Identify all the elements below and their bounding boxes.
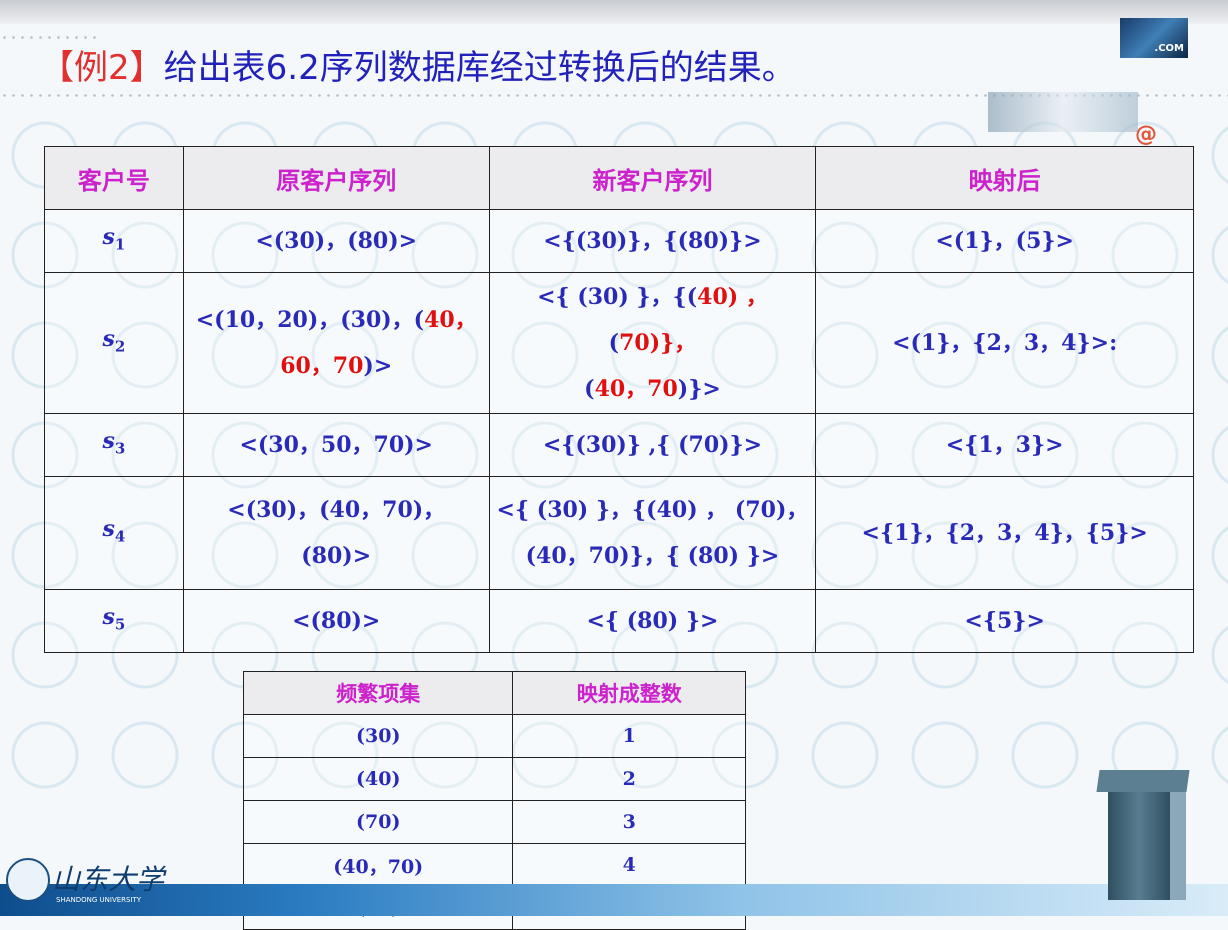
customer-id-cell: s5 xyxy=(44,589,184,653)
original-sequence-cell: <(30，50，70)> xyxy=(182,413,490,477)
customer-id-cell: s2 xyxy=(44,272,184,414)
integer-cell: 3 xyxy=(512,800,746,844)
top-gradient-bar xyxy=(0,0,1228,24)
header-mapped-integer: 映射成整数 xyxy=(512,671,746,715)
mapped-cell: <(1}，{2，3，4}>: xyxy=(815,272,1194,414)
at-icon: @ xyxy=(1135,122,1157,147)
header-new-sequence: 新客户序列 xyxy=(488,146,817,210)
integer-cell: 4 xyxy=(512,843,746,887)
header-original-sequence: 原客户序列 xyxy=(182,146,490,210)
original-sequence-cell: <(30)，(40，70)， (80)> xyxy=(182,476,490,590)
customer-id-cell: s4 xyxy=(44,476,184,590)
university-seal-icon xyxy=(6,858,50,902)
new-sequence-cell: <{(30)} ,{ (70)}> xyxy=(488,413,817,477)
mapped-cell: <{1}，{2，3，4}，{5}> xyxy=(815,476,1194,590)
original-sequence-cell: <(30)，(80)> xyxy=(182,209,490,273)
university-logo: 山东大学 SHANDONG UNIVERSITY xyxy=(6,858,246,910)
table-row: s3 <(30，50，70)> <{(30)} ,{ (70)}> <{1，3}… xyxy=(44,413,1194,477)
tech-decoration-strip xyxy=(988,92,1138,132)
mapped-cell: <{1，3}> xyxy=(815,413,1194,477)
mapped-cell: <(1}，(5}> xyxy=(815,209,1194,273)
itemset-cell: (40) xyxy=(242,757,514,801)
table-row: (40) 2 xyxy=(242,757,746,801)
integer-cell: 2 xyxy=(512,757,746,801)
title-text: 给出表6.2序列数据库经过转换后的结果。 xyxy=(163,48,796,88)
table-row: (70) 3 xyxy=(242,800,746,844)
com-label: .COM xyxy=(1154,43,1184,54)
original-sequence-cell: <(80)> xyxy=(182,589,490,653)
itemset-cell: (30) xyxy=(242,714,514,758)
university-name-en: SHANDONG UNIVERSITY xyxy=(56,896,142,904)
new-sequence-cell: <{(30)}，{(80)}> xyxy=(488,209,817,273)
header-customer-id: 客户号 xyxy=(44,146,184,210)
customer-id-cell: s3 xyxy=(44,413,184,477)
itemset-cell: (70) xyxy=(242,800,514,844)
table-header-row: 频繁项集 映射成整数 xyxy=(242,671,746,715)
header-frequent-itemset: 频繁项集 xyxy=(242,671,514,715)
header-mapped: 映射后 xyxy=(815,146,1194,210)
sequence-conversion-table: 客户号 原客户序列 新客户序列 映射后 s1 <(30)，(80)> <{(30… xyxy=(44,146,1194,653)
original-sequence-cell: <(10，20)，(30)，(40， 60，70)> xyxy=(182,272,490,414)
dotted-divider-top xyxy=(0,36,100,39)
table-row: s2 <(10，20)，(30)，(40， 60，70)> <{ (30) }，… xyxy=(44,272,1194,414)
example-tag: 【例2】 xyxy=(40,48,164,88)
table-row: (40，70) 4 xyxy=(242,843,746,887)
new-sequence-cell: <{ (80) }> xyxy=(488,589,817,653)
table-row: (30) 1 xyxy=(242,714,746,758)
table-row: s5 <(80)> <{ (80) }> <{5}> xyxy=(44,589,1194,653)
table-row: s4 <(30)，(40，70)， (80)> <{ (30) }，{(40) ，… xyxy=(44,476,1194,590)
integer-cell: 1 xyxy=(512,714,746,758)
new-sequence-cell: <{ (30) }，{(40) ， (70)， (40，70)}，{ (80) }… xyxy=(488,476,817,590)
itemset-cell: (40，70) xyxy=(242,843,514,887)
new-sequence-cell: <{ (30) }，{(40) ， (70)}， (40，70)}> xyxy=(488,272,817,414)
customer-id-cell: s1 xyxy=(44,209,184,273)
university-name: 山东大学 xyxy=(52,863,165,896)
slide-title: 【例2】给出表6.2序列数据库经过转换后的结果。 xyxy=(40,40,796,89)
podium-icon xyxy=(1096,770,1190,900)
table-header-row: 客户号 原客户序列 新客户序列 映射后 xyxy=(44,146,1194,210)
mapped-cell: <{5}> xyxy=(815,589,1194,653)
com-decoration-image: .COM xyxy=(1120,18,1188,58)
table-row: s1 <(30)，(80)> <{(30)}，{(80)}> <(1}，(5}> xyxy=(44,209,1194,273)
